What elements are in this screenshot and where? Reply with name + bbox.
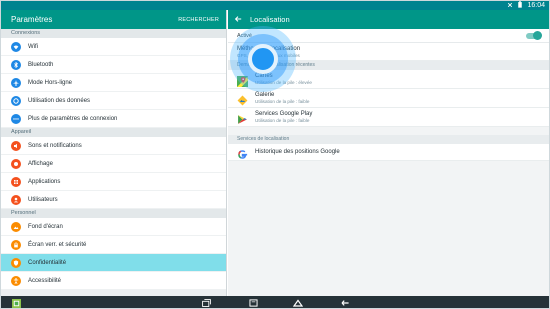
settings-item-airplane-mode[interactable]: Mode Hors-ligne <box>1 74 226 92</box>
screen: 16:04 Paramètres RECHERCHER Connexions W… <box>0 0 550 309</box>
clock: 16:04 <box>527 2 545 9</box>
recent-item-maps[interactable]: Cartes Utilisation de la pile : élevée <box>228 70 549 89</box>
settings-item-applications[interactable]: Applications <box>1 173 226 191</box>
recent-item-title: Services Google Play <box>255 111 313 117</box>
settings-item-wallpaper[interactable]: Fond d'écran <box>1 218 226 236</box>
settings-item-sounds[interactable]: Sons et notifications <box>1 137 226 155</box>
recent-item-play-services[interactable]: Services Google Play Utilisation de la p… <box>228 108 549 127</box>
recent-item-title: Galerie <box>255 92 275 98</box>
section-header-appareil: Appareil <box>1 128 226 137</box>
settings-item-label: Affichage <box>28 160 53 167</box>
location-header: Localisation <box>228 10 549 29</box>
section-header-services: Services de localisation <box>228 135 549 144</box>
bluetooth-icon <box>11 59 21 70</box>
section-header-personnel: Personnel <box>1 209 226 218</box>
location-pane: Localisation Activé Méthode de localisat… <box>228 10 549 296</box>
settings-item-label: Écran verr. et sécurité <box>28 241 87 248</box>
settings-item-label: Utilisation des données <box>28 97 91 104</box>
settings-item-label: Fond d'écran <box>28 223 63 230</box>
location-title: Localisation <box>250 15 290 24</box>
settings-list-pane: Paramètres RECHERCHER Connexions Wifi Bl… <box>1 10 227 296</box>
apps-icon <box>11 176 21 187</box>
settings-item-label: Plus de paramètres de connexion <box>28 115 118 122</box>
location-method-subtitle: GPS, Wi-Fi et réseaux mobiles <box>237 52 300 58</box>
settings-item-accessibility[interactable]: Accessibilité <box>1 272 226 290</box>
search-button[interactable]: RECHERCHER <box>178 17 219 23</box>
settings-item-users[interactable]: Utilisateurs <box>1 191 226 209</box>
back-icon[interactable] <box>338 298 352 308</box>
switch-knob <box>533 30 542 40</box>
gallery-shortcut-icon[interactable] <box>9 298 23 308</box>
recent-item-subtitle: Utilisation de la pile : élevée <box>255 80 312 85</box>
settings-item-lock-security[interactable]: Écran verr. et sécurité <box>1 236 226 254</box>
maps-icon <box>237 74 248 87</box>
privacy-icon <box>11 257 21 268</box>
users-icon <box>11 194 21 205</box>
google-icon <box>237 147 248 159</box>
display-icon <box>11 158 21 169</box>
service-item-title: Historique des positions Google <box>255 149 340 155</box>
settings-item-label: Accessibilité <box>28 277 62 284</box>
location-method-title: Méthode de localisation <box>237 45 301 52</box>
accessibility-icon <box>11 275 21 286</box>
data-usage-icon <box>11 95 21 106</box>
location-method-item[interactable]: Méthode de localisation GPS, Wi-Fi et ré… <box>228 43 549 61</box>
settings-item-label: Bluetooth <box>28 61 54 68</box>
settings-item-label: Confidentialité <box>28 259 67 266</box>
settings-title: Paramètres <box>11 15 53 24</box>
recent-item-title: Cartes <box>255 73 273 79</box>
toggle-label: Activé <box>237 32 252 39</box>
settings-item-label: Applications <box>28 178 61 185</box>
recent-item-gallery[interactable]: Galerie Utilisation de la pile : faible <box>228 89 549 108</box>
settings-item-label: Mode Hors-ligne <box>28 79 73 86</box>
settings-item-display[interactable]: Affichage <box>1 155 226 173</box>
play-services-icon <box>237 112 248 124</box>
settings-item-data-usage[interactable]: Utilisation des données <box>1 92 226 110</box>
lock-icon <box>11 239 21 250</box>
gallery-icon <box>237 93 248 105</box>
recent-apps-icon[interactable] <box>246 298 260 308</box>
recent-item-subtitle: Utilisation de la pile : faible <box>255 99 310 104</box>
multi-window-icon[interactable] <box>199 298 213 308</box>
settings-item-label: Utilisateurs <box>28 196 58 203</box>
service-item-google-location-history[interactable]: Historique des positions Google <box>228 144 549 161</box>
location-switch[interactable] <box>526 30 542 40</box>
sound-icon <box>11 140 21 151</box>
section-header-recent: Demandes de localisation récentes <box>228 61 549 70</box>
sync-icon <box>507 2 513 10</box>
battery-icon <box>517 1 523 10</box>
recent-item-subtitle: Utilisation de la pile : faible <box>255 118 310 123</box>
home-icon[interactable] <box>291 298 305 308</box>
wifi-icon <box>11 41 21 52</box>
settings-item-more-connection[interactable]: Plus de paramètres de connexion <box>1 110 226 128</box>
settings-item-label: Wifi <box>28 43 38 50</box>
settings-item-privacy[interactable]: Confidentialité <box>1 254 226 272</box>
settings-header: Paramètres RECHERCHER <box>1 10 226 29</box>
settings-item-wifi[interactable]: Wifi <box>1 38 226 56</box>
navigation-bar <box>1 296 549 308</box>
settings-item-bluetooth[interactable]: Bluetooth <box>1 56 226 74</box>
location-toggle-row[interactable]: Activé <box>228 29 549 43</box>
section-header-connexions: Connexions <box>1 29 226 38</box>
settings-item-label: Sons et notifications <box>28 142 82 149</box>
more-settings-icon <box>11 113 21 124</box>
back-arrow-icon[interactable] <box>234 15 244 25</box>
wallpaper-icon <box>11 221 21 232</box>
airplane-icon <box>11 77 21 88</box>
status-bar: 16:04 <box>1 1 549 10</box>
